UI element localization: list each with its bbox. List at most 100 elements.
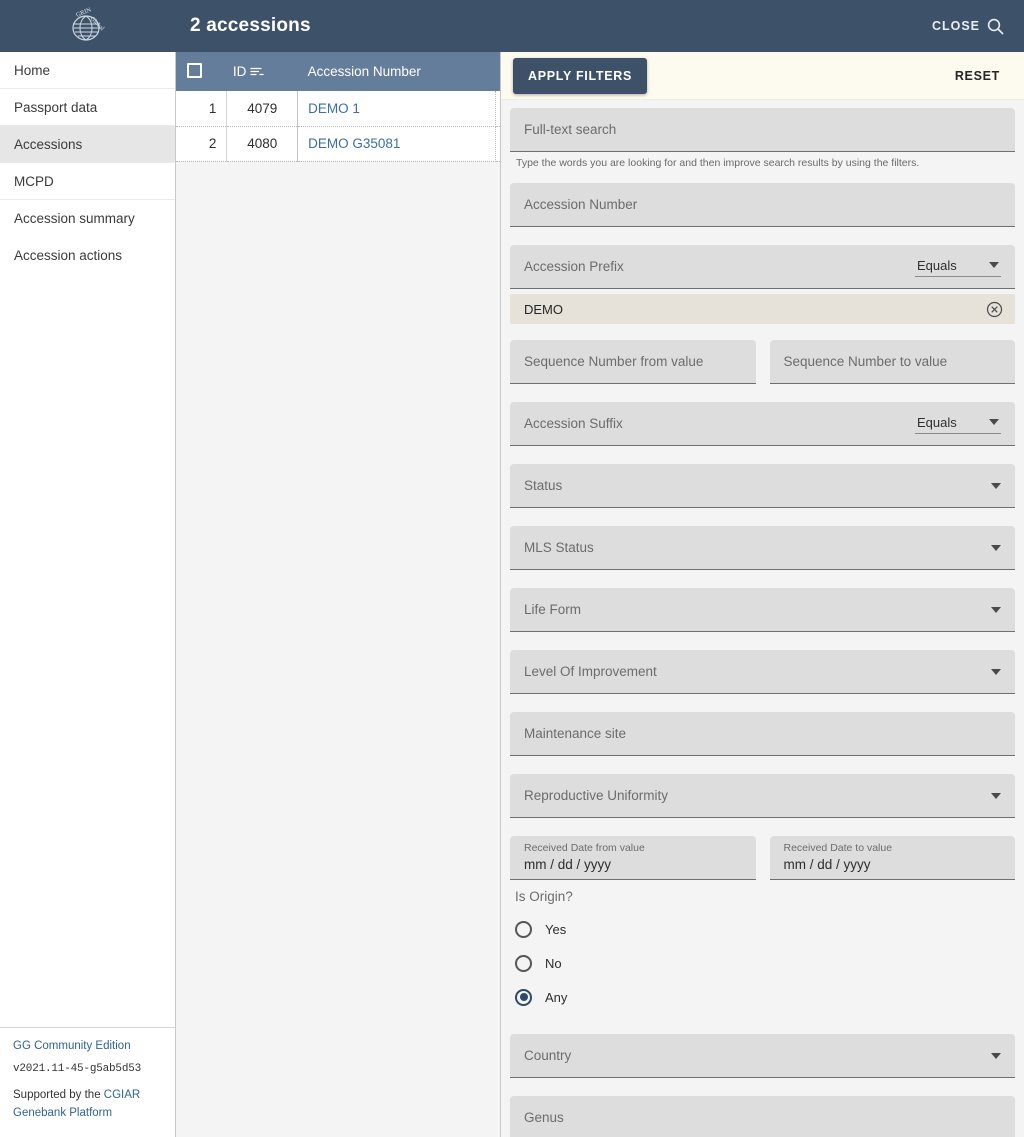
remove-circle-icon[interactable]	[986, 301, 1003, 318]
sidebar-item-mcpd[interactable]: MCPD	[0, 163, 175, 200]
accession-link[interactable]: DEMO 1	[308, 101, 360, 116]
cell-id: 4079	[226, 91, 299, 127]
genus-input[interactable]: Genus	[510, 1096, 1015, 1137]
status-select[interactable]: Status	[510, 464, 1015, 508]
maintenance-site-placeholder: Maintenance site	[524, 726, 627, 741]
accession-prefix-operator-select[interactable]: Equals	[915, 257, 1001, 277]
sidebar-footer: GG Community Edition v2021.11-45-g5ab5d5…	[0, 1026, 175, 1137]
sidebar-item-accessions[interactable]: Accessions	[0, 126, 175, 163]
received-date-to-input[interactable]: Received Date to value mm / dd / yyyy	[769, 836, 1015, 880]
sequence-number-to-input[interactable]: Sequence Number to value	[769, 340, 1015, 384]
edition-link[interactable]: GG Community Edition	[13, 1038, 163, 1056]
table-row[interactable]: 2 4080 DEMO G35081 Phaseolus coccineus	[176, 126, 500, 162]
received-date-from-value: mm / dd / yyyy	[524, 857, 612, 872]
sequence-number-range: Sequence Number from value Sequence Numb…	[510, 340, 1015, 384]
level-of-improvement-select[interactable]: Level Of Improvement	[510, 650, 1015, 694]
accessions-table: ID Accession Number Taxon 1 4079	[176, 52, 500, 162]
accession-suffix-input[interactable]: Accession Suffix Equals	[510, 402, 1015, 446]
table-body: 1 4079 DEMO 1 Phaseolus vulgaris 2 4080 …	[176, 91, 500, 162]
sequence-number-from-input[interactable]: Sequence Number from value	[510, 340, 756, 384]
received-date-to-label: Received Date to value	[783, 842, 893, 854]
accession-suffix-placeholder: Accession Suffix	[524, 416, 623, 431]
checkbox-icon[interactable]	[187, 62, 202, 78]
received-date-to-value: mm / dd / yyyy	[783, 857, 871, 872]
column-header-id[interactable]: ID	[226, 52, 298, 91]
is-origin-option-yes[interactable]: Yes	[515, 912, 1015, 946]
chevron-down-icon	[991, 544, 1001, 551]
sidebar-item-label: MCPD	[14, 173, 54, 189]
chevron-down-icon	[991, 482, 1001, 489]
is-origin-option-no[interactable]: No	[515, 946, 1015, 980]
radio-icon-selected	[515, 988, 532, 1006]
level-of-improvement-label: Level Of Improvement	[524, 664, 657, 679]
close-search-button[interactable]: CLOSE	[932, 18, 1004, 35]
chevron-down-icon	[991, 668, 1001, 675]
version-text: v2021.11-45-g5ab5d53	[13, 1063, 142, 1076]
received-date-range: Received Date from value mm / dd / yyyy …	[510, 836, 1015, 880]
country-label: Country	[524, 1048, 572, 1063]
chip-label: DEMO	[524, 301, 563, 317]
filter-actions-bar: APPLY FILTERS RESET	[501, 52, 1024, 100]
sidebar-nav: Home Passport data Accessions MCPD Acces…	[0, 52, 175, 274]
chevron-down-icon	[991, 1052, 1001, 1059]
radio-icon	[515, 920, 532, 938]
accession-prefix-input[interactable]: Accession Prefix Equals	[510, 245, 1015, 289]
life-form-label: Life Form	[524, 602, 582, 617]
sidebar-item-label: Home	[14, 62, 51, 78]
app-logo[interactable]: GRIN Global	[0, 0, 176, 52]
table-header-row: ID Accession Number Taxon	[176, 52, 500, 91]
sidebar-item-passport-data[interactable]: Passport data	[0, 89, 175, 126]
search-icon	[987, 18, 1004, 35]
maintenance-site-input[interactable]: Maintenance site	[510, 712, 1015, 756]
apply-filters-button[interactable]: APPLY FILTERS	[513, 57, 648, 94]
sidebar-item-label: Passport data	[14, 99, 98, 115]
sidebar-item-home[interactable]: Home	[0, 52, 175, 89]
reproductive-uniformity-select[interactable]: Reproductive Uniformity	[510, 774, 1015, 818]
accession-link[interactable]: DEMO G35081	[308, 136, 400, 151]
is-origin-radio-group: Is Origin? Yes No Any	[515, 889, 1015, 1014]
reproductive-uniformity-label: Reproductive Uniformity	[524, 788, 669, 803]
sidebar: Home Passport data Accessions MCPD Acces…	[0, 52, 176, 1137]
row-index: 2	[176, 126, 228, 162]
select-all-header[interactable]	[176, 52, 227, 91]
radio-icon	[515, 954, 532, 972]
mls-status-label: MLS Status	[524, 540, 594, 555]
sidebar-item-label: Accessions	[14, 136, 83, 152]
received-date-from-input[interactable]: Received Date from value mm / dd / yyyy	[510, 836, 756, 880]
results-table-area: ID Accession Number Taxon 1 4079	[176, 52, 500, 1137]
life-form-select[interactable]: Life Form	[510, 588, 1015, 632]
cell-accession-number[interactable]: DEMO 1	[297, 91, 497, 127]
operator-label: Equals	[917, 414, 957, 430]
page-title: 2 accessions	[190, 15, 311, 36]
filter-panel: APPLY FILTERS RESET Full-text search Typ…	[500, 52, 1024, 1137]
sidebar-item-accession-summary[interactable]: Accession summary	[0, 200, 175, 237]
sort-icon[interactable]	[250, 66, 265, 77]
table-header: ID Accession Number Taxon	[176, 52, 500, 91]
received-date-from-label: Received Date from value	[524, 842, 645, 854]
is-origin-option-any[interactable]: Any	[515, 980, 1015, 1014]
accession-suffix-operator-select[interactable]: Equals	[915, 414, 1001, 434]
chevron-down-icon	[989, 419, 999, 425]
close-label: CLOSE	[931, 19, 980, 33]
radio-label: Any	[545, 989, 568, 1005]
chevron-down-icon	[991, 792, 1001, 799]
full-text-search-input[interactable]: Full-text search	[510, 108, 1015, 152]
reset-button[interactable]: RESET	[953, 63, 1002, 89]
radio-label: No	[545, 955, 562, 971]
chevron-down-icon	[989, 262, 999, 268]
accession-prefix-value-chip: DEMO	[510, 294, 1015, 324]
table-row[interactable]: 1 4079 DEMO 1 Phaseolus vulgaris	[176, 91, 500, 127]
country-select[interactable]: Country	[510, 1034, 1015, 1078]
support-text: Supported by the CGIAR Genebank Platform	[13, 1087, 163, 1123]
sidebar-item-accession-actions[interactable]: Accession actions	[0, 237, 175, 274]
full-text-search-hint: Type the words you are looking for and t…	[516, 157, 920, 169]
column-header-accession-number[interactable]: Accession Number	[297, 52, 496, 91]
mls-status-select[interactable]: MLS Status	[510, 526, 1015, 570]
operator-label: Equals	[917, 257, 957, 273]
accession-number-input[interactable]: Accession Number	[510, 183, 1015, 227]
genus-placeholder: Genus	[524, 1110, 564, 1125]
accession-prefix-placeholder: Accession Prefix	[524, 259, 624, 274]
sidebar-item-label: Accession actions	[14, 247, 123, 263]
cell-accession-number[interactable]: DEMO G35081	[297, 126, 497, 162]
status-label: Status	[524, 478, 563, 493]
